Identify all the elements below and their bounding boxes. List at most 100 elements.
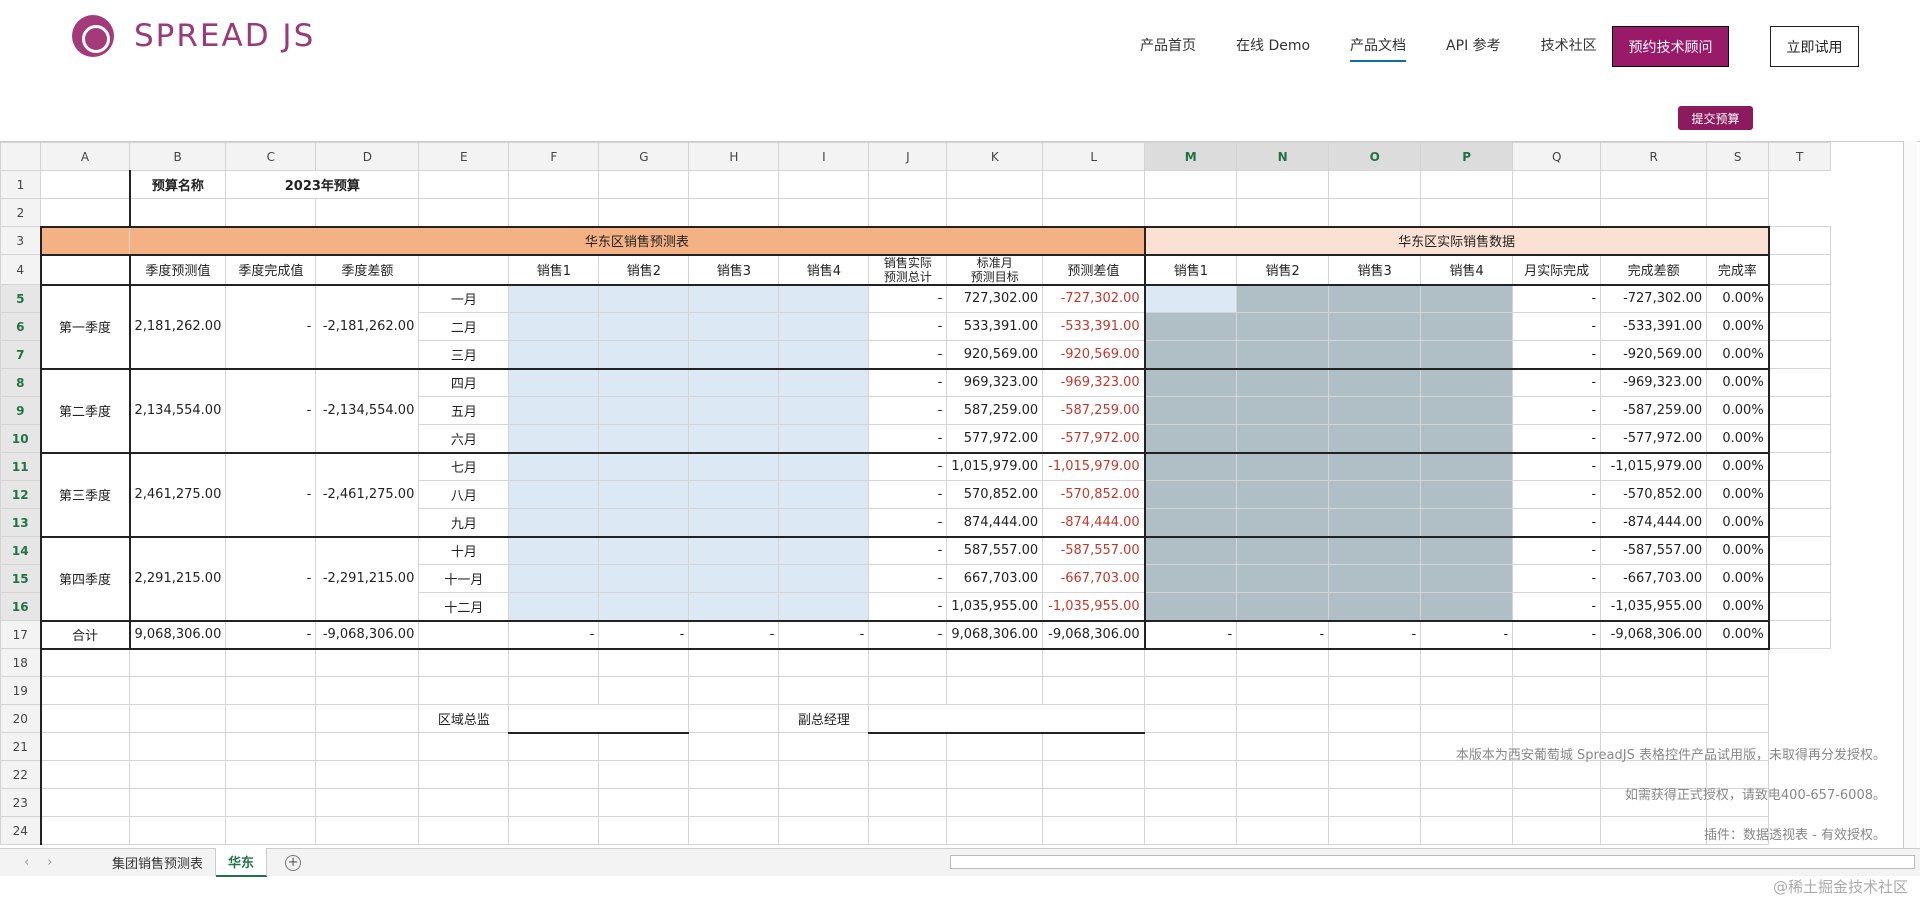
row-header[interactable]: 10 <box>0 424 41 453</box>
spreadjs-logo[interactable]: SPREAD JS <box>72 14 315 58</box>
cell[interactable]: -577,972.00 <box>1600 424 1708 454</box>
cell[interactable] <box>1768 396 1832 425</box>
cell[interactable] <box>225 788 317 817</box>
cell[interactable] <box>688 788 780 817</box>
actual-input-cell[interactable] <box>1144 312 1238 341</box>
header-cell-month-target[interactable]: 标准月 预测目标 <box>946 254 1044 285</box>
header-cell[interactable]: 销售3 <box>1328 254 1422 285</box>
actual-input-cell[interactable] <box>1328 312 1422 341</box>
cell[interactable] <box>40 198 131 227</box>
cell[interactable] <box>1706 648 1770 677</box>
sales-input-cell[interactable] <box>778 312 870 341</box>
cell[interactable] <box>1236 704 1330 733</box>
cell[interactable]: - <box>778 619 870 650</box>
consult-button[interactable]: 预约技术顾问 <box>1612 26 1729 67</box>
row-header[interactable]: 7 <box>0 340 41 369</box>
actual-input-cell[interactable] <box>1144 367 1238 397</box>
cell[interactable] <box>508 648 600 677</box>
cell[interactable]: - <box>225 619 317 650</box>
sales-input-cell[interactable] <box>688 535 780 565</box>
actual-input-cell[interactable] <box>1236 535 1330 565</box>
sales-input-cell[interactable] <box>688 592 780 622</box>
cell[interactable] <box>1144 170 1238 199</box>
column-header[interactable]: B <box>128 142 227 171</box>
cell[interactable]: - <box>868 564 948 593</box>
month-label-cell[interactable]: 三月 <box>418 340 510 370</box>
cell[interactable]: -874,444.00 <box>1600 508 1708 538</box>
cell[interactable] <box>1236 816 1330 845</box>
budget-name-label-cell[interactable]: 预算名称 <box>128 170 227 199</box>
cell[interactable] <box>778 648 870 677</box>
column-header[interactable]: F <box>508 142 600 171</box>
sales-input-cell[interactable] <box>778 424 870 454</box>
month-label-cell[interactable]: 十月 <box>418 535 510 565</box>
cell[interactable] <box>1768 226 1832 255</box>
cell[interactable]: - <box>868 367 948 397</box>
cell[interactable] <box>1600 198 1708 227</box>
header-cell[interactable]: 季度完成值 <box>225 254 317 285</box>
actual-input-cell[interactable] <box>1328 480 1422 509</box>
signature-line[interactable] <box>508 704 690 734</box>
cell[interactable]: 920,569.00 <box>946 340 1044 370</box>
sales-input-cell[interactable] <box>778 564 870 593</box>
forecast-diff-cell[interactable]: -587,259.00 <box>1042 396 1146 425</box>
cell[interactable] <box>315 732 420 761</box>
sales-input-cell[interactable] <box>688 283 780 313</box>
cell[interactable] <box>39 732 130 761</box>
cell[interactable] <box>1328 198 1422 227</box>
month-label-cell[interactable]: 六月 <box>418 424 510 454</box>
nav-item-docs[interactable]: 产品文档 <box>1330 26 1426 66</box>
cell[interactable] <box>946 676 1044 705</box>
sales-input-cell[interactable] <box>688 480 780 509</box>
cell[interactable] <box>1236 676 1330 705</box>
header-cell[interactable]: 季度预测值 <box>128 254 227 285</box>
cell[interactable] <box>778 732 870 761</box>
cell[interactable] <box>1144 760 1238 789</box>
cell[interactable] <box>1144 676 1238 705</box>
cell[interactable]: 587,557.00 <box>946 535 1044 565</box>
cell[interactable] <box>1512 648 1602 677</box>
cell[interactable] <box>778 760 870 789</box>
cell[interactable] <box>1042 648 1146 677</box>
cell[interactable] <box>1768 340 1832 369</box>
cell[interactable] <box>688 816 780 845</box>
cell[interactable]: - <box>868 340 948 370</box>
actual-input-cell[interactable] <box>1328 592 1422 622</box>
cell[interactable] <box>418 788 510 817</box>
cell[interactable] <box>1512 816 1602 845</box>
row-header[interactable]: 20 <box>0 704 41 733</box>
cell[interactable] <box>39 648 130 677</box>
column-header[interactable]: H <box>688 142 780 171</box>
row-header[interactable]: 12 <box>0 480 41 509</box>
cell[interactable] <box>1600 816 1708 845</box>
cell[interactable] <box>946 760 1044 789</box>
cell[interactable] <box>868 676 948 705</box>
cell[interactable]: 0.00% <box>1706 508 1770 538</box>
cell[interactable]: - <box>1512 508 1602 538</box>
cell[interactable] <box>418 254 510 285</box>
cell[interactable] <box>1236 648 1330 677</box>
column-header[interactable]: K <box>946 142 1044 171</box>
header-cell-actual-total[interactable]: 销售实际 预测总计 <box>868 254 948 285</box>
forecast-diff-cell[interactable]: -727,302.00 <box>1042 283 1146 313</box>
cell[interactable]: 2,461,275.00 <box>128 451 227 538</box>
cell[interactable] <box>1144 198 1238 227</box>
cell[interactable]: - <box>1328 619 1422 650</box>
column-header[interactable]: O <box>1328 142 1422 171</box>
row-header[interactable]: 3 <box>0 226 41 255</box>
column-header[interactable]: P <box>1420 142 1514 171</box>
forecast-diff-cell[interactable]: -1,035,955.00 <box>1042 592 1146 622</box>
cell[interactable] <box>39 254 131 285</box>
cell[interactable] <box>946 732 1044 761</box>
header-cell[interactable]: 销售1 <box>508 254 600 285</box>
cell[interactable]: - <box>1512 283 1602 313</box>
actual-input-cell[interactable] <box>1236 340 1330 370</box>
cell[interactable]: -969,323.00 <box>1600 367 1708 397</box>
cell[interactable] <box>598 170 690 199</box>
cell[interactable] <box>598 816 690 845</box>
cell[interactable]: 533,391.00 <box>946 312 1044 341</box>
cell[interactable] <box>128 760 227 789</box>
cell[interactable] <box>1328 788 1422 817</box>
actual-input-cell[interactable] <box>1420 424 1514 454</box>
header-cell[interactable]: 预测差值 <box>1042 254 1146 285</box>
